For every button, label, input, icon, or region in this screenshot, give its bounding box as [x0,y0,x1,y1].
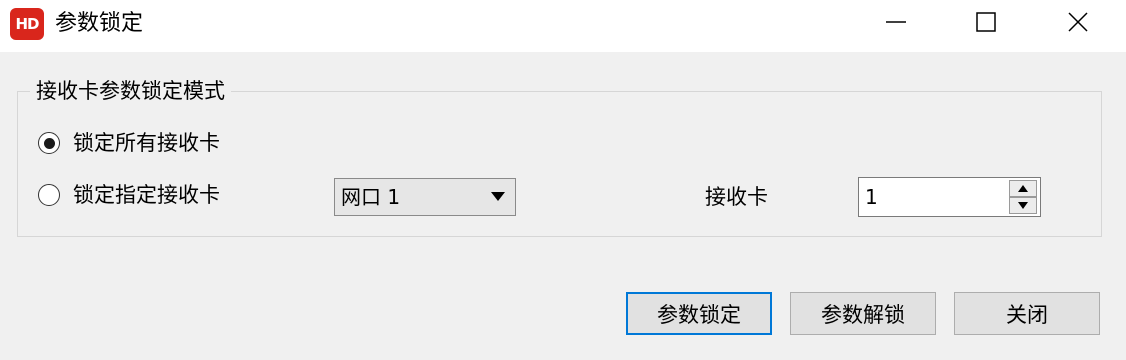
close-window-button[interactable] [1032,0,1124,44]
param-unlock-button[interactable]: 参数解锁 [790,292,936,335]
port-select-value: 网口 1 [341,185,401,209]
maximize-icon [976,12,996,32]
triangle-down-icon [1018,202,1028,209]
title-bar: HD 参数锁定 [0,0,1126,52]
spin-down-button[interactable] [1009,197,1037,214]
group-legend: 接收卡参数锁定模式 [30,77,231,105]
radio-lock-specific-label[interactable]: 锁定指定接收卡 [73,181,220,209]
window-title: 参数锁定 [55,11,144,36]
radio-lock-specific[interactable] [38,184,60,206]
radio-lock-all[interactable] [38,132,60,154]
minimize-icon [886,21,906,23]
param-lock-button[interactable]: 参数锁定 [626,292,772,335]
spin-up-button[interactable] [1009,180,1037,197]
minimize-button[interactable] [850,0,942,44]
triangle-up-icon [1018,185,1028,192]
app-logo-icon: HD [10,8,44,40]
maximize-button[interactable] [940,0,1032,44]
port-select[interactable]: 网口 1 [334,178,516,216]
receiver-card-spinner[interactable] [858,177,1041,217]
receiver-card-input[interactable] [859,178,1005,216]
radio-lock-all-label[interactable]: 锁定所有接收卡 [73,129,220,157]
close-icon [1068,12,1088,32]
triangle-down-icon [491,192,505,201]
app-logo-text: HD [15,15,39,33]
close-button[interactable]: 关闭 [954,292,1100,335]
receiver-card-label: 接收卡 [705,185,768,209]
radio-selected-dot [43,137,55,149]
